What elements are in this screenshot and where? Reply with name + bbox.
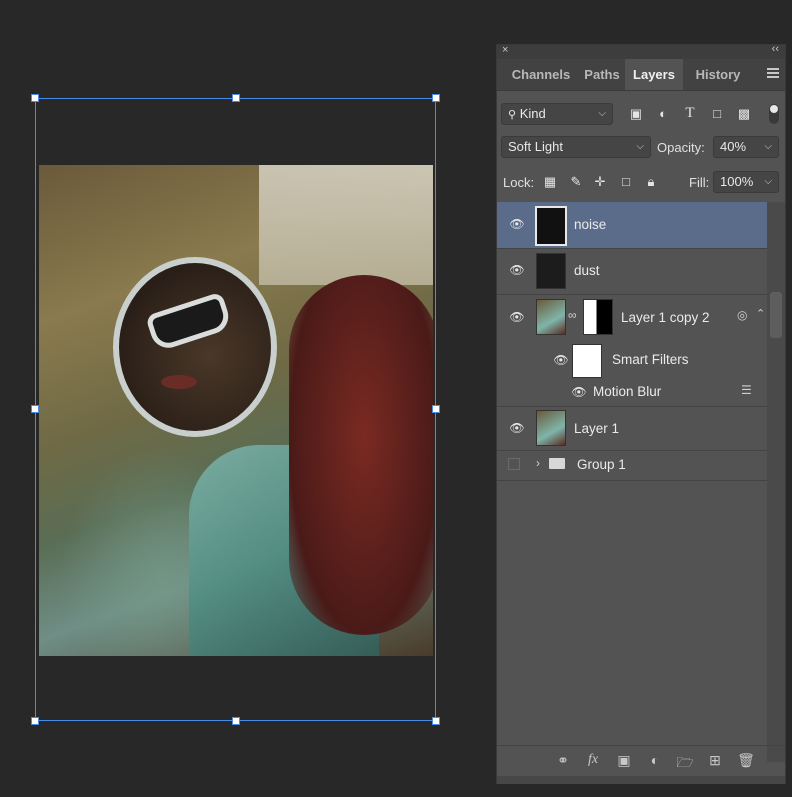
fill-label: Fill: [689, 175, 710, 190]
folder-icon[interactable]: 🗁︎ [675, 752, 695, 776]
layer-name: Layer 1 copy 2 [621, 310, 710, 325]
layer-thumbnail [536, 253, 566, 289]
opacity-input[interactable]: 40% ⌵ [713, 136, 779, 158]
filter-kind-label: Kind [519, 106, 546, 121]
fill-input[interactable]: 100% ⌵ [713, 171, 779, 193]
chevron-down-icon[interactable]: ⌵ [764, 172, 772, 192]
panel-tabs: Channels Paths Layers History [497, 59, 785, 91]
filter-toggle[interactable] [769, 104, 779, 124]
smart-object-thumbnail [536, 299, 566, 335]
layer-name: Motion Blur [593, 384, 662, 399]
layer-name: Layer 1 [574, 421, 620, 436]
blend-mode-select[interactable]: Soft Light ⌵ [501, 136, 651, 158]
filter-type-icon[interactable]: T [681, 105, 699, 122]
smart-filters-row[interactable]: 👁︎ Smart Filters [497, 342, 767, 378]
folder-icon [549, 458, 565, 469]
filter-row-motion-blur[interactable]: 👁︎ Motion Blur ☰ [497, 378, 767, 407]
layer-row-layer-1[interactable]: 👁︎ Layer 1 [497, 406, 767, 451]
eye-icon[interactable]: 👁︎ [509, 217, 525, 231]
lock-label: Lock: [503, 175, 535, 190]
handle-bottom-left[interactable] [31, 717, 39, 725]
handle-middle-right[interactable] [432, 405, 440, 413]
mask-icon[interactable]: ▣ [614, 752, 634, 769]
smart-object-thumbnail [536, 410, 566, 446]
handle-bottom-right[interactable] [432, 717, 440, 725]
chevron-down-icon: ⌵ [636, 141, 644, 152]
layers-panel: × ‹‹ Channels Paths Layers History ⚲ Kin… [496, 43, 786, 784]
layer-name: Group 1 [577, 457, 626, 472]
layer-list-scrollbar[interactable] [767, 202, 785, 762]
chevron-down-icon: ⌵ [598, 108, 606, 119]
panel-menu-icon[interactable] [767, 68, 779, 80]
layer-row-dust[interactable]: 👁︎ dust [497, 248, 767, 295]
lock-artboard-icon[interactable]: □ [617, 174, 635, 189]
layer-mask-thumbnail[interactable] [583, 299, 613, 335]
visibility-toggle[interactable] [508, 458, 520, 470]
layer-row-group-1[interactable]: › Group 1 [497, 450, 767, 481]
filter-kind-select[interactable]: ⚲ Kind ⌵ [501, 103, 613, 125]
panel-resize-handle[interactable] [497, 776, 785, 784]
eye-icon[interactable]: 👁︎ [509, 263, 525, 277]
filter-adjustment-icon[interactable]: ◐ [654, 106, 672, 121]
eye-icon[interactable]: 👁︎ [553, 353, 569, 367]
layer-name: Smart Filters [612, 352, 689, 367]
handle-top-right[interactable] [432, 94, 440, 102]
lock-all-icon[interactable]: 🔒︎ [642, 174, 660, 190]
tab-channels[interactable]: Channels [501, 59, 581, 90]
layer-name: dust [574, 263, 600, 278]
tab-layers[interactable]: Layers [625, 59, 683, 90]
lock-position-icon[interactable]: ✛ [591, 174, 609, 190]
fx-icon[interactable]: fx [583, 752, 603, 768]
lock-transparent-icon[interactable]: ▦ [541, 174, 559, 190]
handle-middle-left[interactable] [31, 405, 39, 413]
panel-title-bar: × ‹‹ [497, 43, 785, 59]
fill-value: 100% [720, 174, 754, 189]
chain-link-icon[interactable]: ∞ [568, 308, 577, 322]
layer-row-noise[interactable]: 👁︎ noise [497, 202, 767, 249]
opacity-value: 40% [720, 139, 747, 154]
transform-bounding-box[interactable] [31, 94, 440, 725]
handle-top-left[interactable] [31, 94, 39, 102]
layer-row-layer-1-copy-2[interactable]: 👁︎ ∞ Layer 1 copy 2 ◎ ⌃ [497, 294, 767, 342]
tab-paths[interactable]: Paths [581, 59, 623, 90]
panel-bottom-toolbar: ⚭ fx ▣ ◐ 🗁︎ ⊞ 🗑︎ [497, 745, 785, 776]
filter-mask-thumbnail[interactable] [572, 344, 602, 378]
new-layer-icon[interactable]: ⊞ [705, 752, 725, 769]
adjustment-icon[interactable]: ◐ [645, 752, 665, 768]
handle-bottom-middle[interactable] [232, 717, 240, 725]
tab-history[interactable]: History [687, 59, 749, 90]
eye-icon[interactable]: 👁︎ [509, 421, 525, 435]
smart-filter-icon: ◎ [737, 308, 748, 322]
link-icon[interactable]: ⚭ [553, 752, 573, 769]
close-icon[interactable]: × [502, 44, 508, 56]
search-icon: ⚲ [508, 109, 517, 121]
eye-icon[interactable]: 👁︎ [571, 385, 587, 399]
chevron-up-icon[interactable]: ⌃ [756, 307, 765, 320]
chevron-down-icon[interactable]: ⌵ [764, 137, 772, 157]
layer-thumbnail [535, 206, 567, 246]
layer-name: noise [574, 217, 607, 232]
filter-smart-object-icon[interactable]: ▩ [735, 106, 753, 122]
handle-top-middle[interactable] [232, 94, 240, 102]
filter-shape-icon[interactable]: □ [708, 106, 726, 121]
lock-image-brush-icon[interactable]: ✎ [567, 174, 585, 190]
blend-mode-value: Soft Light [508, 139, 563, 154]
filter-blending-options-icon[interactable]: ☰ [741, 383, 752, 397]
trash-icon[interactable]: 🗑︎ [736, 752, 756, 769]
filter-pixel-icon[interactable]: ▣ [627, 106, 645, 122]
eye-icon[interactable]: 👁︎ [509, 310, 525, 324]
opacity-label: Opacity: [657, 140, 705, 155]
chevron-right-icon[interactable]: › [536, 456, 540, 470]
collapse-icon[interactable]: ‹‹ [772, 43, 779, 55]
